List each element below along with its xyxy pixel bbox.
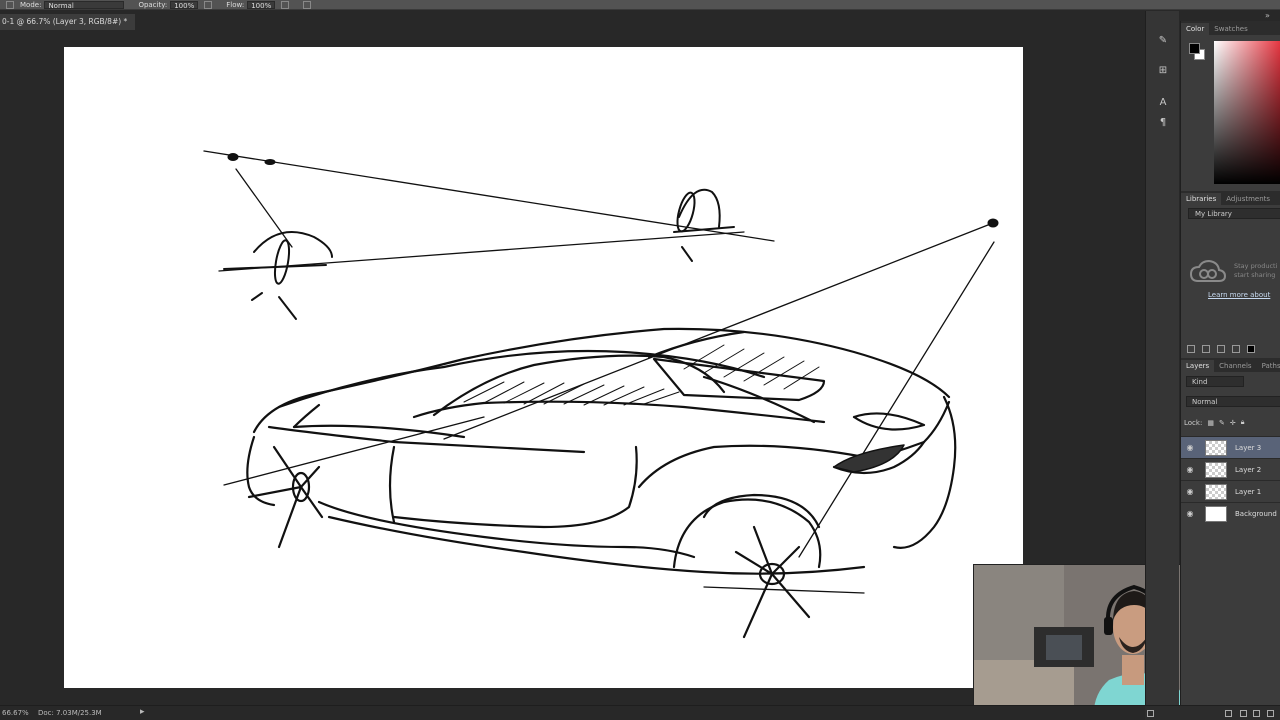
flow-field[interactable]: 100% [247,0,276,9]
pressure-opacity-icon[interactable] [204,0,213,9]
add-brush-icon[interactable] [1217,345,1225,353]
mode-select[interactable]: Normal [44,0,125,9]
ellipse-study-right [673,188,735,262]
tab-paths[interactable]: Paths [1257,360,1280,372]
delete-layer-icon[interactable] [1267,710,1274,717]
opacity-label: Opacity: [138,0,168,9]
lock-image-icon[interactable]: ✎ [1219,419,1225,427]
drawing-canvas[interactable] [64,47,1023,688]
right-panels: Color Swatches Libraries Adjustments My … [1180,21,1280,720]
vanishing-point-2 [264,159,276,165]
blend-mode-select[interactable]: Normal [1186,396,1280,407]
layer-row[interactable]: ◉ Layer 1 [1181,480,1280,502]
color-spectrum-picker[interactable] [1214,41,1280,184]
flow-control[interactable]: Flow: 100% [226,0,276,9]
roof-window-hatch [683,344,820,390]
clone-source-icon[interactable]: ⊞ [1157,65,1169,77]
flow-label: Flow: [226,0,245,9]
creative-cloud-icon [1190,259,1226,282]
document-tab-bar: 0-1 @ 66.7% (Layer 3, RGB/8#) * [0,11,1140,31]
layer-filter-select[interactable]: Kind [1186,376,1244,387]
color-panel-tabs: Color Swatches [1181,21,1280,35]
opacity-control[interactable]: Opacity: 100% [138,0,199,9]
document-tab[interactable]: 0-1 @ 66.7% (Layer 3, RGB/8#) * [0,14,136,30]
layer-row[interactable]: ◉ Layer 2 [1181,458,1280,480]
horizon-line-top [203,150,775,242]
library-footer [1181,342,1280,356]
collapse-panels-icon[interactable]: » [1265,11,1270,20]
eye-icon[interactable]: ◉ [1181,509,1199,518]
layer-row[interactable]: ◉ Background [1181,502,1280,524]
learn-more-link[interactable]: Learn more about [1208,291,1270,299]
layers-footer [1145,705,1280,720]
library-select[interactable]: My Library [1188,208,1280,219]
add-graphic-icon[interactable] [1187,345,1195,353]
eye-icon[interactable]: ◉ [1181,487,1199,496]
pressure-size-icon[interactable] [303,0,312,9]
mode-control[interactable]: Mode: Normal [20,0,125,9]
brush-preset-icon[interactable]: ✎ [1157,35,1169,47]
airbrush-icon[interactable] [281,0,290,9]
zoom-level[interactable]: 66.67% [2,709,29,717]
new-layer-icon[interactable] [1253,710,1260,717]
libraries-panel: Libraries Adjustments My Library Stay pr… [1181,191,1280,353]
tab-color[interactable]: Color [1181,23,1210,35]
tab-swatches[interactable]: Swatches [1209,23,1252,35]
tab-libraries[interactable]: Libraries [1181,193,1222,205]
options-bar: Mode: Normal Opacity: 100% Flow: 100% [0,0,1280,10]
color-panel: Color Swatches [1181,21,1280,189]
tool-preset-icon[interactable] [6,0,14,9]
add-style-icon[interactable] [1232,345,1240,353]
opacity-field[interactable]: 100% [170,0,199,9]
photoshop-window: Mode: Normal Opacity: 100% Flow: 100% 0-… [0,0,1280,720]
layer-name: Layer 2 [1235,465,1262,474]
eye-icon[interactable]: ◉ [1181,465,1199,474]
tab-channels[interactable]: Channels [1214,360,1256,372]
document-size: Doc: 7.03M/25.3M [38,709,102,717]
layer-name: Layer 3 [1235,443,1262,452]
layer-thumbnail [1205,461,1227,478]
layer-name: Layer 1 [1235,487,1262,496]
character-icon[interactable]: A [1157,97,1169,109]
add-text-icon[interactable] [1202,345,1210,353]
perspective-guides [203,150,995,558]
libraries-panel-tabs: Libraries Adjustments [1181,191,1280,205]
layer-thumbnail [1205,505,1227,522]
lock-position-icon[interactable]: ✛ [1230,419,1236,427]
paragraph-icon[interactable]: ¶ [1157,117,1169,129]
car-sketch [203,150,999,639]
eye-icon[interactable]: ◉ [1181,443,1199,452]
lock-row: Lock: ▦ ✎ ✛ 🔒︎ [1184,418,1244,427]
tab-layers[interactable]: Layers [1181,360,1215,372]
layers-panel: Layers Channels Paths Kind Normal Lock: … [1181,358,1280,528]
vanishing-point-3 [987,218,999,228]
lock-label: Lock: [1184,418,1203,427]
link-layers-icon[interactable] [1147,710,1154,717]
tab-adjustments[interactable]: Adjustments [1221,193,1275,205]
layer-name: Background [1235,509,1277,518]
layers-panel-tabs: Layers Channels Paths [1181,358,1280,372]
layer-thumbnail [1205,483,1227,500]
layer-style-icon[interactable] [1225,710,1232,717]
rear-wheel [734,525,811,639]
ellipse-study-left [223,231,333,320]
canvas-workspace[interactable]: jumbie [0,31,1241,718]
library-message: Stay producti start sharing [1234,262,1278,279]
add-color-icon[interactable] [1247,345,1255,353]
foreground-color-swatch[interactable] [1189,43,1200,54]
status-bar: 66.67% Doc: 7.03M/25.3M ▸ [0,705,1145,720]
layer-row[interactable]: ◉ Layer 3 [1181,436,1280,458]
guide-left-diag [235,168,293,248]
lock-all-icon[interactable]: 🔒︎ [1241,418,1245,427]
lock-transparent-icon[interactable]: ▦ [1207,419,1214,427]
new-group-icon[interactable] [1240,710,1247,717]
mode-label: Mode: [20,0,42,9]
status-menu-arrow-icon[interactable]: ▸ [140,707,145,717]
vanishing-line-diag [798,241,995,558]
layer-thumbnail [1205,439,1227,456]
collapsed-panel-strip: ✎ ⊞ A ¶ [1145,11,1179,720]
vanishing-point-1 [227,153,239,161]
